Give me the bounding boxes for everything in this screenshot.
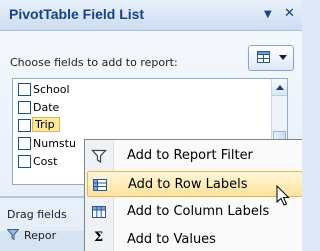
chevron-down-icon [279, 55, 287, 60]
choose-fields-label: Choose fields to add to report: [10, 56, 178, 69]
field-list-layout-button[interactable] [248, 45, 294, 71]
drag-fields-label: Drag fields [7, 208, 67, 221]
field-label: Cost [33, 155, 58, 168]
context-menu: Add to Report Filter Add to Row Labels A… [84, 139, 302, 251]
field-label: Numstu [33, 137, 76, 150]
menu-item-label: Add to Values [127, 232, 216, 247]
menu-item-add-to-row-labels[interactable]: Add to Row Labels [87, 171, 302, 197]
field-label: School [33, 83, 70, 96]
panel-title-bar: PivotTable Field List ▼ ✕ [0, 0, 302, 31]
menu-item-add-to-column-labels[interactable]: Add to Column Labels [87, 199, 302, 225]
field-checkbox[interactable] [18, 119, 31, 132]
field-label: Date [33, 101, 60, 114]
field-checkbox[interactable] [18, 101, 31, 114]
close-icon[interactable]: ✕ [284, 6, 295, 21]
field-item-date[interactable]: Date [16, 99, 266, 116]
sigma-icon: Σ [94, 230, 104, 245]
field-checkbox[interactable] [18, 155, 31, 168]
field-label: Trip [32, 117, 60, 132]
field-checkbox[interactable] [18, 83, 31, 96]
panel-options-dropdown-icon[interactable]: ▼ [264, 9, 272, 20]
scroll-up-button[interactable] [272, 79, 287, 96]
report-filter-label: Repor [24, 229, 57, 242]
menu-item-label: Add to Report Filter [127, 148, 253, 163]
row-labels-icon [93, 179, 107, 191]
filter-icon [91, 149, 107, 164]
pivot-field-list-panel: PivotTable Field List ▼ ✕ Choose fields … [0, 0, 302, 251]
field-checkbox[interactable] [18, 137, 31, 150]
menu-item-label: Add to Column Labels [127, 204, 270, 219]
column-labels-icon [92, 206, 106, 218]
report-filter-area-header: Repor [7, 229, 56, 242]
field-list-layout-icon [257, 51, 270, 63]
menu-item-add-to-report-filter[interactable]: Add to Report Filter [87, 143, 302, 169]
field-item-trip[interactable]: Trip [16, 117, 266, 134]
field-item-school[interactable]: School [16, 81, 266, 98]
menu-item-label: Add to Row Labels [128, 177, 248, 192]
filter-icon [7, 229, 19, 240]
panel-title: PivotTable Field List [9, 6, 145, 22]
mouse-pointer-icon [276, 185, 290, 206]
menu-item-add-to-values[interactable]: Σ Add to Values [87, 227, 302, 251]
